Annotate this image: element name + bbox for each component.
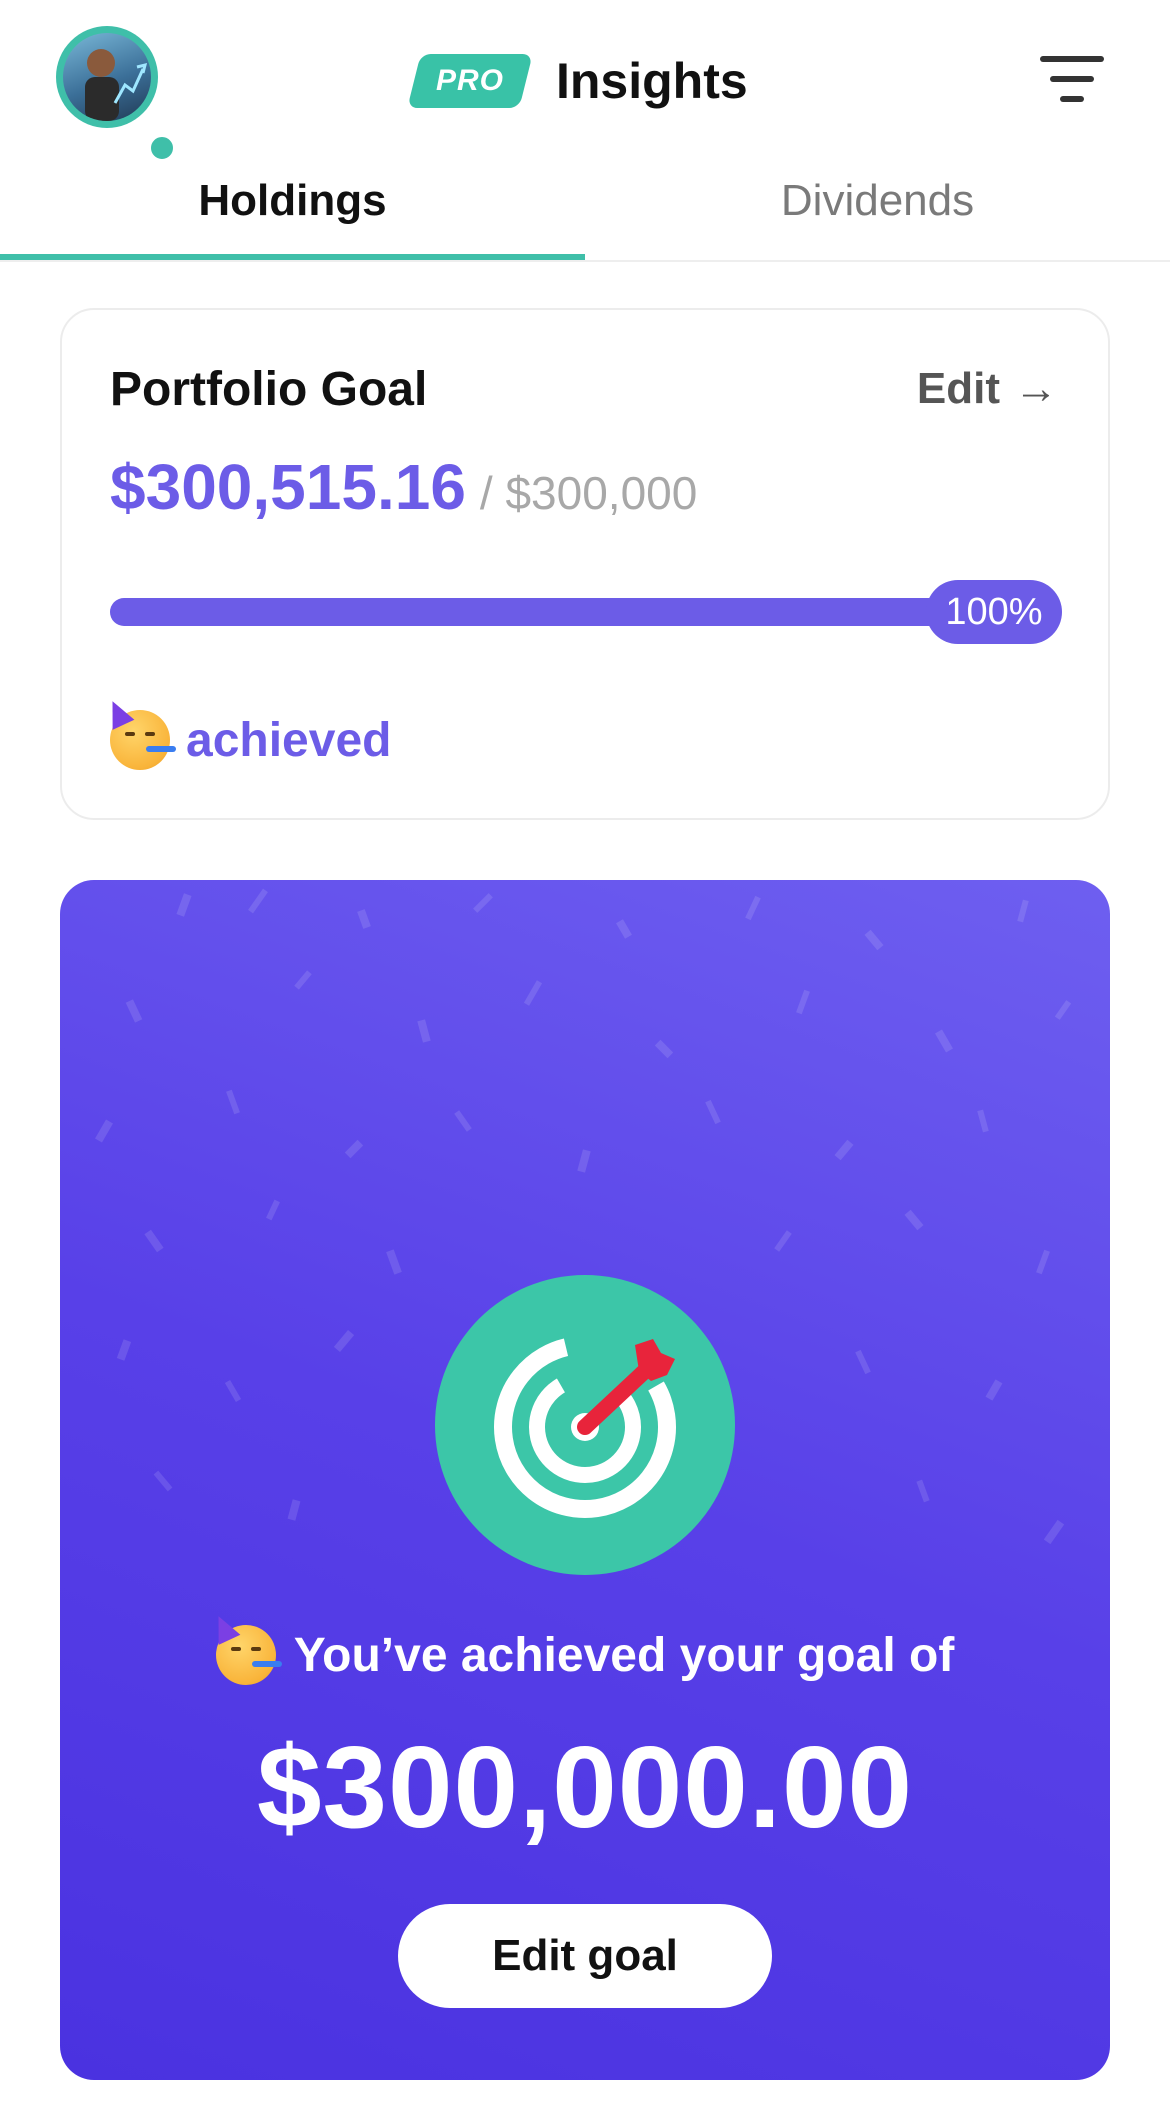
edit-link-label: Edit [916,364,1000,413]
goal-progress-bar [110,598,1060,626]
goal-target-value: / $300,000 [479,467,698,519]
arrow-right-icon: → [1014,364,1058,413]
filter-icon[interactable] [1040,54,1104,104]
avatar[interactable] [56,26,176,162]
pro-badge-label: PRO [435,64,504,97]
tab-holdings-label: Holdings [198,176,387,225]
tab-bar: Holdings Dividends [0,170,1170,262]
progress-percent-badge: 100% [926,580,1062,644]
pro-badge: PRO [407,54,533,108]
partying-face-icon [101,696,176,770]
achieved-goal-amount: $300,000.00 [256,1722,914,1852]
app-header: PRO Insights [0,0,1170,170]
goal-amount-row: $300,515.16 / $300,000 [110,450,697,524]
tab-holdings[interactable]: Holdings [0,170,585,260]
tab-dividends-label: Dividends [780,176,975,225]
target-dart-icon [435,1275,735,1575]
goal-progress-fill [110,598,1060,626]
edit-goal-link[interactable]: Edit → [917,364,1058,414]
avatar-status-badge [148,134,176,162]
goal-achieved-message-row: You’ve achieved your goal of [60,1611,1110,1685]
portfolio-goal-card[interactable]: Portfolio Goal Edit → $300,515.16 / $300… [60,308,1110,820]
goal-status-text: achieved [186,713,392,767]
avatar-icon [63,33,151,121]
portfolio-goal-title: Portfolio Goal [110,363,428,416]
edit-goal-button[interactable]: Edit goal [398,1904,772,2008]
goal-achieved-card: You’ve achieved your goal of $300,000.00… [60,880,1110,2080]
active-tab-indicator [0,254,585,260]
goal-achieved-message: You’ve achieved your goal of [293,1628,955,1682]
current-portfolio-value: $300,515.16 [110,451,466,523]
partying-face-icon [207,1611,282,1685]
goal-status-row: achieved [101,696,392,770]
tab-dividends[interactable]: Dividends [585,170,1170,260]
page-title: Insights [556,53,748,109]
